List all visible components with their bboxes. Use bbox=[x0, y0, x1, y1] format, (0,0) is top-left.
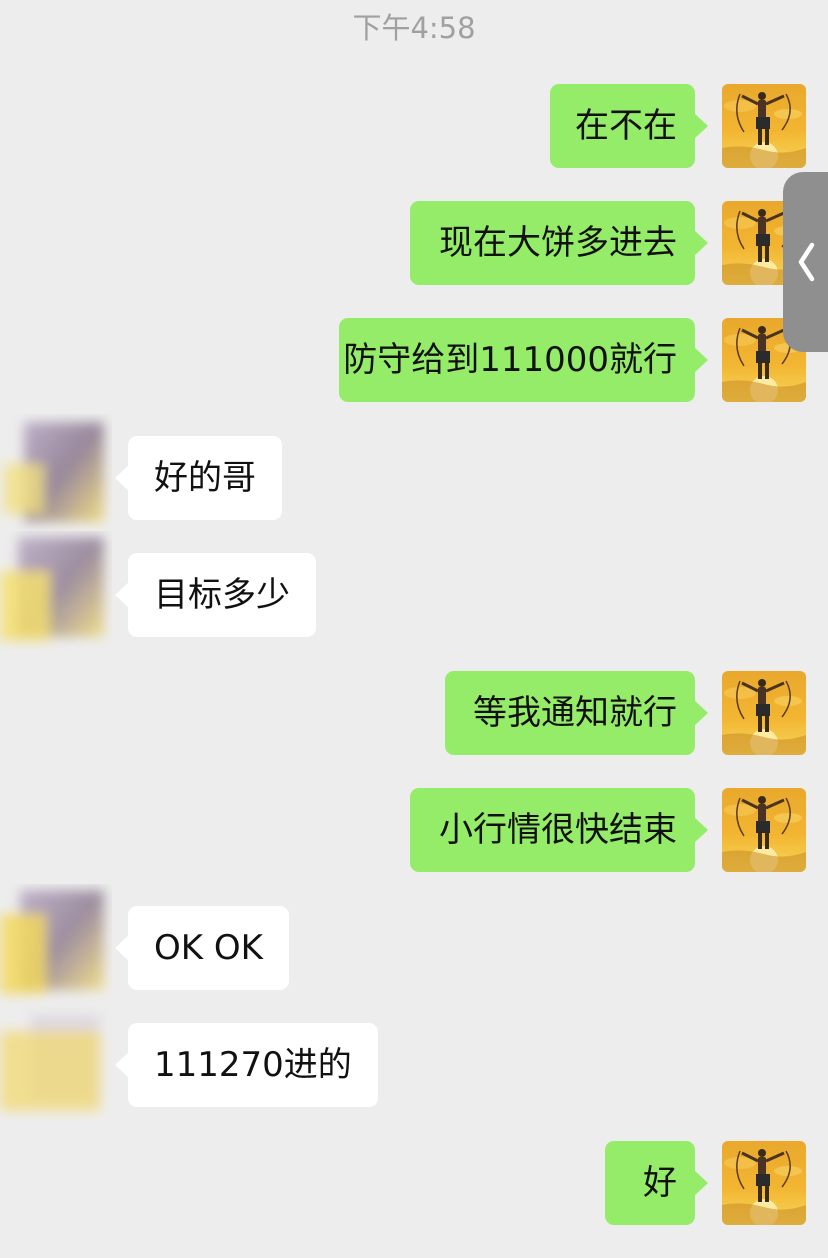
message-row: 111270进的 bbox=[0, 1015, 828, 1111]
incoming-message-bubble[interactable]: OK OK bbox=[115, 906, 289, 990]
contact-avatar[interactable] bbox=[0, 414, 112, 534]
chat-screen: 下午4:58 在不在 现在大饼多进去 防守给到111000就行 好的哥 目标多少… bbox=[0, 0, 828, 1258]
incoming-message-bubble[interactable]: 目标多少 bbox=[115, 553, 316, 637]
message-row: 好 bbox=[0, 1141, 828, 1225]
incoming-message-bubble[interactable]: 111270进的 bbox=[115, 1023, 378, 1107]
message-row: 等我通知就行 bbox=[0, 671, 828, 755]
contact-avatar[interactable] bbox=[0, 1001, 112, 1121]
contact-avatar[interactable] bbox=[0, 884, 112, 1004]
message-row: OK OK bbox=[0, 890, 828, 994]
message-row: 防守给到111000就行 bbox=[0, 318, 828, 402]
self-avatar[interactable] bbox=[722, 84, 806, 168]
chevron-left-icon bbox=[798, 242, 815, 282]
outgoing-message-bubble[interactable]: 在不在 bbox=[550, 84, 708, 168]
outgoing-message-bubble[interactable]: 等我通知就行 bbox=[445, 671, 708, 755]
message-row: 小行情很快结束 bbox=[0, 788, 828, 872]
outgoing-message-bubble[interactable]: 好 bbox=[605, 1141, 708, 1225]
message-row: 现在大饼多进去 bbox=[0, 201, 828, 285]
outgoing-message-bubble[interactable]: 防守给到111000就行 bbox=[339, 318, 708, 402]
message-row: 目标多少 bbox=[0, 537, 828, 641]
message-row: 在不在 bbox=[0, 84, 828, 168]
side-panel-handle[interactable] bbox=[783, 172, 828, 352]
self-avatar[interactable] bbox=[722, 671, 806, 755]
chat-timestamp: 下午4:58 bbox=[352, 11, 476, 45]
message-row: 好的哥 bbox=[0, 422, 828, 522]
outgoing-message-bubble[interactable]: 现在大饼多进去 bbox=[410, 201, 708, 285]
self-avatar[interactable] bbox=[722, 788, 806, 872]
outgoing-message-bubble[interactable]: 小行情很快结束 bbox=[410, 788, 708, 872]
self-avatar[interactable] bbox=[722, 1141, 806, 1225]
incoming-message-bubble[interactable]: 好的哥 bbox=[115, 436, 282, 520]
contact-avatar[interactable] bbox=[0, 531, 112, 651]
